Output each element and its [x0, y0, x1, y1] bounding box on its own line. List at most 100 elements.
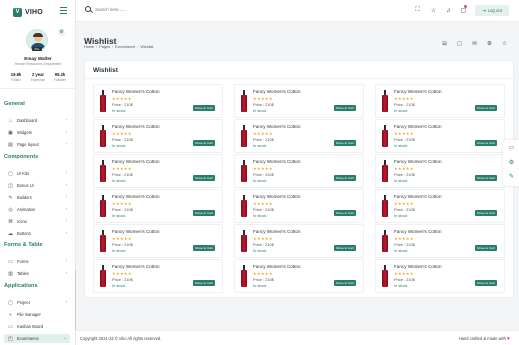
- sidebar-item-tables[interactable]: ▥ Tables ›: [4, 269, 70, 278]
- wishlist-product-card[interactable]: Fancy Women's Cotton ★★★★★ Price : 210$ In …: [93, 154, 223, 188]
- product-name[interactable]: Fancy Women's Cotton: [253, 229, 301, 234]
- gear-icon[interactable]: ⚙: [58, 29, 65, 36]
- move-to-cart-button[interactable]: Move to Cart: [475, 280, 497, 286]
- wishlist-product-card[interactable]: Fancy Women's Cotton ★★★★★ Price : 210$ In …: [234, 154, 364, 188]
- product-image[interactable]: [241, 265, 247, 287]
- bell-icon[interactable]: ♫: [445, 7, 452, 14]
- product-name[interactable]: Fancy Women's Cotton: [394, 159, 442, 164]
- breadcrumb-home[interactable]: Home: [84, 45, 94, 49]
- chat-icon[interactable]: ▢: [456, 40, 463, 47]
- product-name[interactable]: Fancy Women's Cotton: [112, 159, 160, 164]
- sidebar-item-forms[interactable]: ▭ Forms ›: [4, 257, 70, 266]
- wishlist-product-card[interactable]: Fancy Women's Cotton ★★★★★ Price : 210$ In …: [375, 84, 505, 118]
- sidebar-item-widgets[interactable]: ▣ Widgets ›: [4, 128, 70, 137]
- breadcrumb-pages[interactable]: Pages: [99, 45, 110, 49]
- fullscreen-icon[interactable]: ⛶: [414, 7, 421, 14]
- product-name[interactable]: Fancy Women's Cotton: [253, 159, 301, 164]
- wishlist-product-card[interactable]: Fancy Women's Cotton ★★★★★ Price : 210$ In …: [234, 189, 364, 223]
- product-image[interactable]: [382, 195, 388, 217]
- wishlist-product-card[interactable]: Fancy Women's Cotton ★★★★★ Price : 210$ In …: [234, 259, 364, 293]
- search-input[interactable]: [95, 6, 185, 12]
- wishlist-product-card[interactable]: Fancy Women's Cotton ★★★★★ Price : 210$ In …: [93, 84, 223, 118]
- paint-icon[interactable]: ✎: [508, 173, 515, 180]
- product-name[interactable]: Fancy Women's Cotton: [394, 89, 442, 94]
- product-name[interactable]: Fancy Women's Cotton: [253, 89, 301, 94]
- wishlist-product-card[interactable]: Fancy Women's Cotton ★★★★★ Price : 210$ In …: [375, 154, 505, 188]
- wishlist-product-card[interactable]: Fancy Women's Cotton ★★★★★ Price : 210$ In …: [375, 189, 505, 223]
- product-image[interactable]: [241, 230, 247, 252]
- product-name[interactable]: Fancy Women's Cotton: [112, 194, 160, 199]
- move-to-cart-button[interactable]: Move to Cart: [193, 210, 215, 216]
- move-to-cart-button[interactable]: Move to Cart: [193, 245, 215, 251]
- product-image[interactable]: [382, 230, 388, 252]
- product-image[interactable]: [100, 265, 106, 287]
- move-to-cart-button[interactable]: Move to Cart: [475, 140, 497, 146]
- wishlist-product-card[interactable]: Fancy Women's Cotton ★★★★★ Price : 210$ In …: [93, 189, 223, 223]
- sidebar-item-project[interactable]: ▢ Project ›: [4, 298, 70, 307]
- wishlist-product-card[interactable]: Fancy Women's Cotton ★★★★★ Price : 210$ In …: [93, 224, 223, 258]
- sidebar-item-kanban-board[interactable]: ▭ Kanban Board: [4, 322, 70, 331]
- settings-icon[interactable]: ⚙: [486, 40, 493, 47]
- sidebar-item-animation[interactable]: ◎ Animation ›: [4, 205, 70, 214]
- user-name[interactable]: Emay Walter: [0, 56, 76, 61]
- sidebar-item-file-manager[interactable]: ⑂ File manager: [4, 310, 70, 319]
- wishlist-product-card[interactable]: Fancy Women's Cotton ★★★★★ Price : 210$ In …: [375, 259, 505, 293]
- product-image[interactable]: [241, 195, 247, 217]
- sidebar-item-ecommerce[interactable]: ◰ Ecommerce ⌄: [4, 334, 70, 343]
- bookmark-star-icon[interactable]: ☆: [501, 40, 508, 47]
- product-image[interactable]: [241, 90, 247, 112]
- wishlist-product-card[interactable]: Fancy Women's Cotton ★★★★★ Price : 210$ In …: [234, 224, 364, 258]
- breadcrumb-ecommerce[interactable]: Ecommerce: [115, 45, 135, 49]
- move-to-cart-button[interactable]: Move to Cart: [475, 175, 497, 181]
- sidebar-scrollbar[interactable]: [75, 270, 76, 330]
- inbox-icon[interactable]: ⊟: [441, 40, 448, 47]
- move-to-cart-button[interactable]: Move to Cart: [334, 245, 356, 251]
- product-image[interactable]: [100, 195, 106, 217]
- product-name[interactable]: Fancy Women's Cotton: [112, 124, 160, 129]
- product-name[interactable]: Fancy Women's Cotton: [394, 229, 442, 234]
- sidebar-item-icons[interactable]: ⌘ Icons ›: [4, 217, 70, 226]
- move-to-cart-button[interactable]: Move to Cart: [193, 280, 215, 286]
- sidebar-item-builders[interactable]: ✎ Builders ›: [4, 193, 70, 202]
- move-to-cart-button[interactable]: Move to Cart: [193, 140, 215, 146]
- star-icon[interactable]: ☆: [430, 7, 437, 14]
- product-name[interactable]: Fancy Women's Cotton: [112, 89, 160, 94]
- wishlist-product-card[interactable]: Fancy Women's Cotton ★★★★★ Price : 210$ In …: [375, 119, 505, 153]
- product-name[interactable]: Fancy Women's Cotton: [394, 264, 442, 269]
- product-image[interactable]: [382, 265, 388, 287]
- move-to-cart-button[interactable]: Move to Cart: [193, 105, 215, 111]
- product-image[interactable]: [241, 160, 247, 182]
- move-to-cart-button[interactable]: Move to Cart: [334, 140, 356, 146]
- brand-logo[interactable]: V VIHO: [13, 6, 43, 18]
- product-image[interactable]: [382, 125, 388, 147]
- wishlist-product-card[interactable]: Fancy Women's Cotton ★★★★★ Price : 210$ In …: [375, 224, 505, 258]
- wishlist-product-card[interactable]: Fancy Women's Cotton ★★★★★ Price : 210$ In …: [234, 84, 364, 118]
- wishlist-product-card[interactable]: Fancy Women's Cotton ★★★★★ Price : 210$ In …: [93, 259, 223, 293]
- product-name[interactable]: Fancy Women's Cotton: [394, 194, 442, 199]
- product-image[interactable]: [100, 90, 106, 112]
- logout-button[interactable]: ⇥ Log out: [475, 5, 509, 16]
- move-to-cart-button[interactable]: Move to Cart: [334, 210, 356, 216]
- product-image[interactable]: [100, 230, 106, 252]
- move-to-cart-button[interactable]: Move to Cart: [334, 105, 356, 111]
- sidebar-item-bonus-ui[interactable]: ◫ Bonus Ui ›: [4, 181, 70, 190]
- product-image[interactable]: [382, 90, 388, 112]
- product-image[interactable]: [100, 125, 106, 147]
- monitor-icon[interactable]: ▭: [508, 144, 515, 151]
- message-icon[interactable]: ▢: [460, 7, 467, 14]
- product-name[interactable]: Fancy Women's Cotton: [394, 124, 442, 129]
- product-name[interactable]: Fancy Women's Cotton: [112, 229, 160, 234]
- sidebar-item-buttons[interactable]: ☁ Buttons ›: [4, 229, 70, 238]
- sidebar-item-page-layout[interactable]: ▤ Page layout ›: [4, 140, 70, 149]
- move-to-cart-button[interactable]: Move to Cart: [193, 175, 215, 181]
- product-name[interactable]: Fancy Women's Cotton: [112, 264, 160, 269]
- settings-icon[interactable]: ⚙: [508, 159, 515, 166]
- move-to-cart-button[interactable]: Move to Cart: [475, 210, 497, 216]
- wishlist-product-card[interactable]: Fancy Women's Cotton ★★★★★ Price : 210$ In …: [93, 119, 223, 153]
- wishlist-product-card[interactable]: Fancy Women's Cotton ★★★★★ Price : 210$ In …: [234, 119, 364, 153]
- product-image[interactable]: [100, 160, 106, 182]
- menu-toggle-icon[interactable]: [60, 7, 67, 14]
- product-name[interactable]: Fancy Women's Cotton: [253, 264, 301, 269]
- product-name[interactable]: Fancy Women's Cotton: [253, 124, 301, 129]
- move-to-cart-button[interactable]: Move to Cart: [475, 245, 497, 251]
